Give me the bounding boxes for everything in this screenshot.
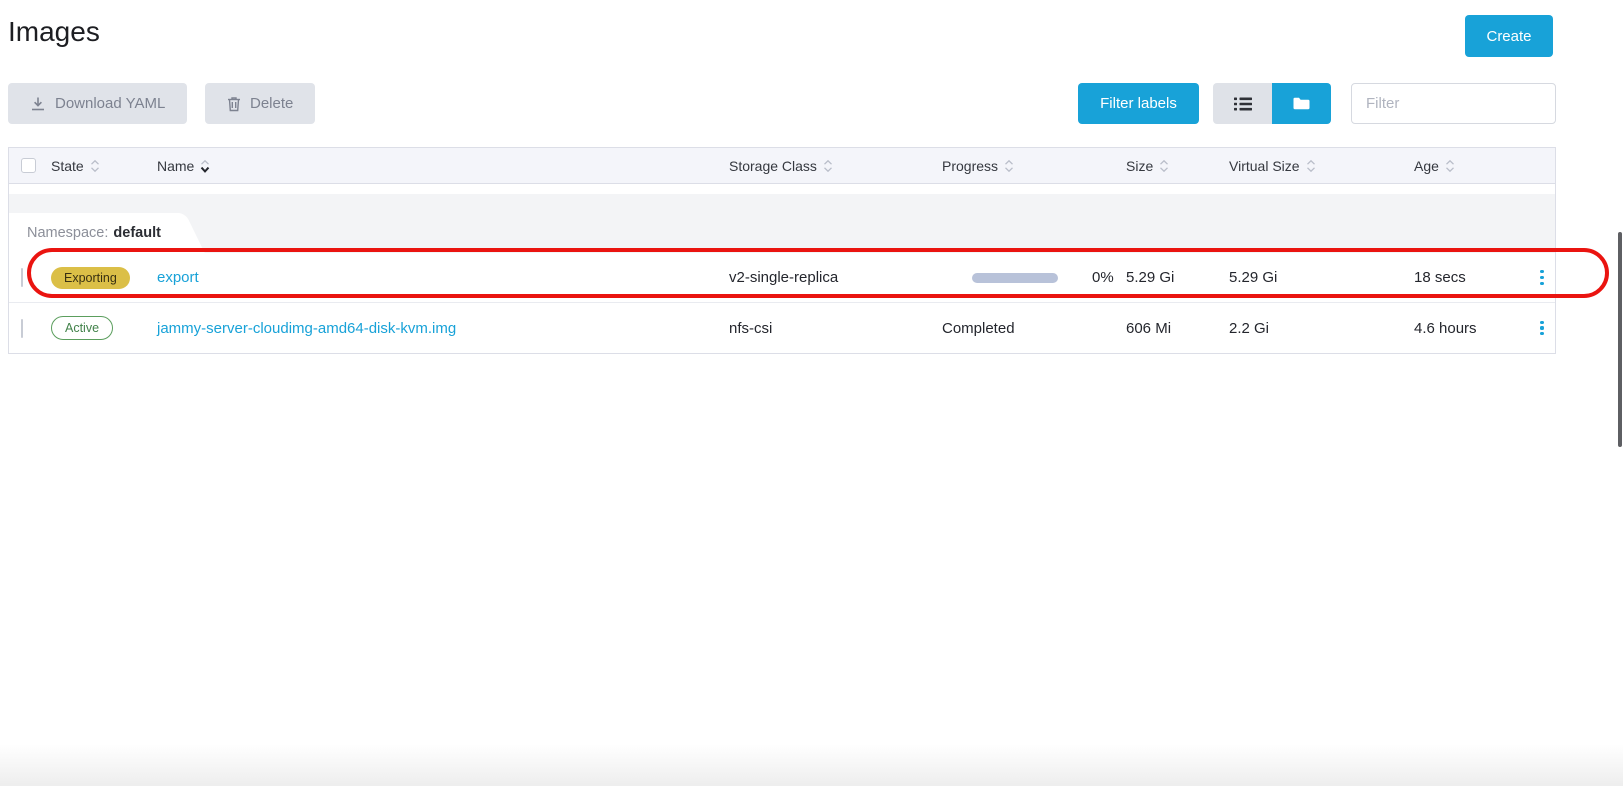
- table-row-export[interactable]: Exporting export v2-single-replica 0% 5.…: [9, 253, 1555, 303]
- column-header-name[interactable]: Name: [157, 158, 729, 174]
- delete-label: Delete: [250, 95, 293, 112]
- column-header-virtual-size[interactable]: Virtual Size: [1229, 158, 1414, 174]
- namespace-group-header: Namespace: default: [9, 184, 1555, 253]
- row-checkbox[interactable]: [21, 268, 23, 287]
- sort-icon: [1445, 158, 1455, 174]
- filter-labels-button[interactable]: Filter labels: [1078, 83, 1199, 124]
- image-name-link[interactable]: jammy-server-cloudimg-amd64-disk-kvm.img: [157, 320, 456, 337]
- folder-view-button[interactable]: [1272, 83, 1331, 124]
- column-header-state[interactable]: State: [51, 158, 157, 174]
- storage-class-cell: v2-single-replica: [729, 269, 942, 286]
- table-header-row: State Name Storage Class Progress Size: [9, 148, 1555, 184]
- row-actions-kebab-icon[interactable]: [1536, 266, 1547, 289]
- sort-icon: [1004, 158, 1014, 174]
- download-yaml-button[interactable]: Download YAML: [8, 83, 187, 124]
- filter-input[interactable]: [1351, 83, 1556, 124]
- size-cell: 5.29 Gi: [1126, 269, 1229, 286]
- trash-icon: [227, 96, 241, 112]
- sort-icon: [1159, 158, 1169, 174]
- vertical-scrollbar[interactable]: [1618, 232, 1622, 447]
- sort-icon: [90, 158, 100, 174]
- progress-cell: 0%: [942, 269, 1126, 286]
- row-checkbox[interactable]: [21, 319, 23, 338]
- column-header-progress[interactable]: Progress: [942, 158, 1126, 174]
- state-badge-exporting: Exporting: [51, 267, 130, 289]
- column-header-storage-class[interactable]: Storage Class: [729, 158, 942, 174]
- namespace-group-label: Namespace:: [27, 225, 108, 241]
- age-cell: 18 secs: [1414, 269, 1529, 286]
- storage-class-cell: nfs-csi: [729, 320, 942, 337]
- age-cell: 4.6 hours: [1414, 320, 1529, 337]
- state-badge-active: Active: [51, 316, 113, 340]
- view-mode-toggle: [1213, 83, 1331, 124]
- progress-percent: 0%: [1092, 269, 1114, 286]
- virtual-size-cell: 5.29 Gi: [1229, 269, 1414, 286]
- sort-icon: [823, 158, 833, 174]
- virtual-size-cell: 2.2 Gi: [1229, 320, 1414, 337]
- list-view-icon: [1234, 97, 1252, 111]
- bottom-fade: [0, 744, 1623, 786]
- delete-button[interactable]: Delete: [205, 83, 315, 124]
- download-yaml-label: Download YAML: [55, 95, 165, 112]
- namespace-group-value: default: [113, 225, 161, 241]
- folder-view-icon: [1293, 97, 1310, 110]
- column-header-size[interactable]: Size: [1126, 158, 1229, 174]
- images-table: State Name Storage Class Progress Size: [8, 147, 1556, 354]
- row-actions-kebab-icon[interactable]: [1536, 317, 1547, 340]
- create-button[interactable]: Create: [1465, 15, 1553, 57]
- page-title: Images: [8, 16, 100, 48]
- select-all-checkbox[interactable]: [21, 158, 36, 173]
- size-cell: 606 Mi: [1126, 320, 1229, 337]
- progress-bar: [972, 273, 1058, 283]
- download-icon: [30, 96, 46, 112]
- image-name-link[interactable]: export: [157, 269, 199, 286]
- sort-icon: [1306, 158, 1316, 174]
- table-row-jammy-image[interactable]: Active jammy-server-cloudimg-amd64-disk-…: [9, 303, 1555, 353]
- list-view-button[interactable]: [1213, 83, 1272, 124]
- progress-cell: Completed: [942, 320, 1126, 337]
- sort-icon-active: [200, 158, 210, 174]
- column-header-age[interactable]: Age: [1414, 158, 1529, 174]
